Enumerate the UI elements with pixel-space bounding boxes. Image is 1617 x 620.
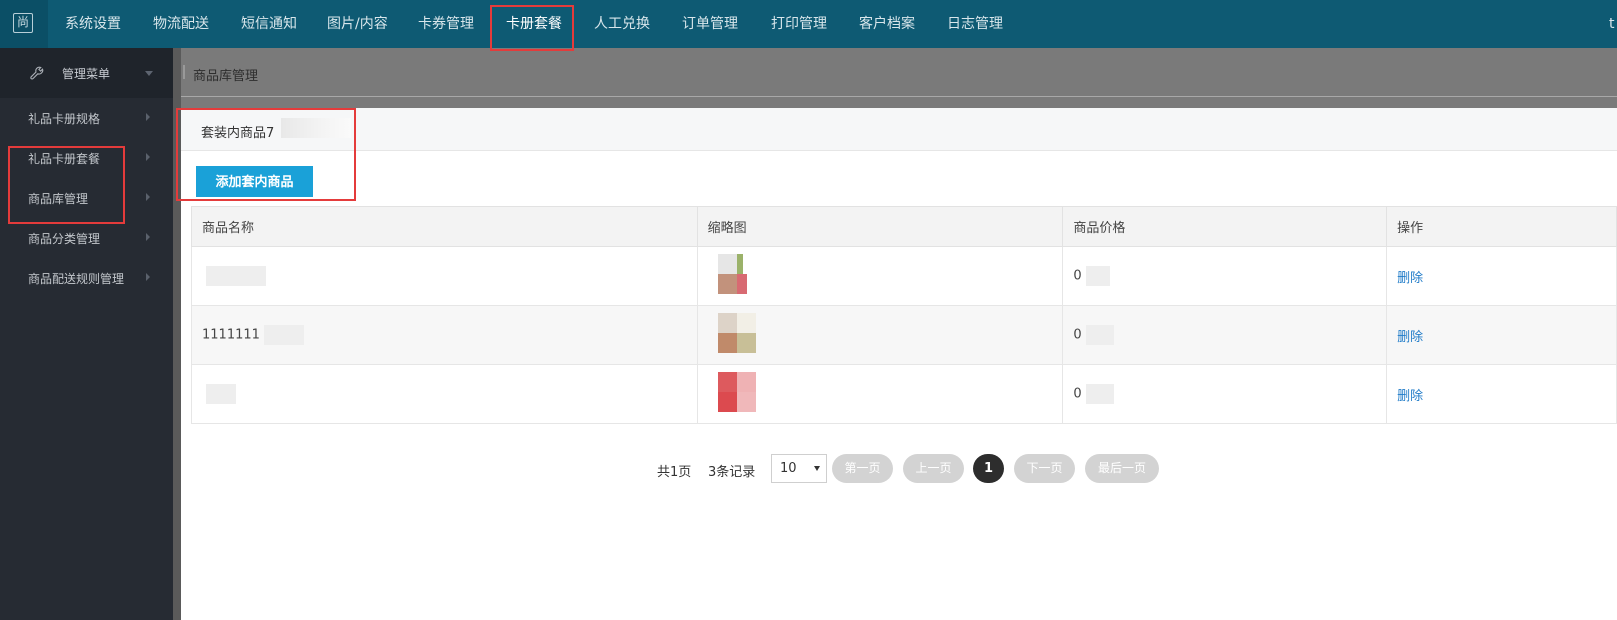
column-header-price[interactable]: 商品价格 xyxy=(1062,206,1388,247)
sidebar-header-label: 管理菜单 xyxy=(62,67,111,81)
sidebar-item-label: 礼品卡册套餐 xyxy=(28,152,101,166)
total-pages: 共1页 xyxy=(657,465,692,480)
chevron-right-icon xyxy=(146,233,150,241)
sidebar-item-gift-card-spec[interactable]: 礼品卡册规格 xyxy=(0,98,173,138)
nav-item-orders[interactable]: 订单管理 xyxy=(666,0,754,48)
nav-item-logistics[interactable]: 物流配送 xyxy=(137,0,225,48)
breadcrumb-area: 商品库管理 xyxy=(181,48,1617,108)
top-nav-bar: 尚 系统设置 物流配送 短信通知 图片/内容 卡券管理 卡册套餐 人工兑换 订单… xyxy=(0,0,1617,48)
dialog-title: 套装内商品7 xyxy=(201,126,275,141)
nav-item-manual-redeem[interactable]: 人工兑换 xyxy=(578,0,666,48)
total-records: 3条记录 xyxy=(708,465,756,480)
actions-cell: 删除 xyxy=(1386,305,1617,365)
next-page-button[interactable]: 下一页 xyxy=(1014,454,1075,483)
nav-item-card-package[interactable]: 卡册套餐 xyxy=(490,0,578,48)
chevron-down-icon xyxy=(145,71,153,76)
chevron-right-icon xyxy=(146,113,150,121)
product-price: 0 xyxy=(1073,327,1082,343)
pagination: 共1页 3条记录 10 第一页 上一页 1 下一页 最后一页 xyxy=(181,454,1617,484)
product-thumbnail[interactable] xyxy=(708,372,756,412)
product-name: 1111111 xyxy=(202,327,260,343)
column-header-actions[interactable]: 操作 xyxy=(1386,206,1617,247)
breadcrumb-marker xyxy=(183,65,185,79)
dropdown-arrow-icon xyxy=(814,466,820,471)
wrench-icon xyxy=(30,66,44,80)
sidebar-item-gift-card-package[interactable]: 礼品卡册套餐 xyxy=(0,138,173,178)
divider xyxy=(181,96,1617,97)
table-row: 0 删除 xyxy=(191,246,1617,306)
sidebar: 管理菜单 礼品卡册规格 礼品卡册套餐 商品库管理 商品分类管理 商品配送规则管理 xyxy=(0,48,173,620)
actions-cell: 删除 xyxy=(1386,246,1617,306)
delete-link[interactable]: 删除 xyxy=(1397,271,1423,286)
nav-item-sms[interactable]: 短信通知 xyxy=(225,0,313,48)
product-thumbnail[interactable] xyxy=(708,254,747,294)
page-size-value: 10 xyxy=(780,461,797,476)
blurred-text xyxy=(263,325,304,345)
actions-cell: 删除 xyxy=(1386,364,1617,424)
blurred-text xyxy=(281,118,351,138)
sidebar-header[interactable]: 管理菜单 xyxy=(0,48,173,98)
nav-item-print[interactable]: 打印管理 xyxy=(755,0,843,48)
blurred-text xyxy=(1085,325,1114,345)
sidebar-item-label: 商品库管理 xyxy=(28,192,89,206)
nav-item-images-content[interactable]: 图片/内容 xyxy=(311,0,404,48)
table-header-row: 商品名称 缩略图 商品价格 操作 xyxy=(191,206,1617,247)
logo[interactable]: 尚 xyxy=(0,0,48,48)
sidebar-divider xyxy=(173,48,181,620)
price-cell: 0 xyxy=(1062,305,1388,365)
product-name-cell xyxy=(191,246,698,306)
main-content: 商品库管理 套装内商品7 添加套内商品 商品名称 缩略图 商品价格 操作 0 删… xyxy=(181,48,1617,620)
nav-item-customers[interactable]: 客户档案 xyxy=(843,0,931,48)
chevron-right-icon xyxy=(146,273,150,281)
delete-link[interactable]: 删除 xyxy=(1397,389,1423,404)
current-page-button[interactable]: 1 xyxy=(973,454,1004,483)
sidebar-item-label: 商品配送规则管理 xyxy=(28,272,125,286)
blurred-text xyxy=(1085,266,1110,286)
blurred-text xyxy=(206,384,236,404)
dialog-header: 套装内商品7 xyxy=(181,108,1617,151)
add-package-item-button[interactable]: 添加套内商品 xyxy=(196,166,313,197)
product-name-cell xyxy=(191,364,698,424)
price-cell: 0 xyxy=(1062,364,1388,424)
blurred-text xyxy=(1085,384,1114,404)
sidebar-item-product-category[interactable]: 商品分类管理 xyxy=(0,218,173,258)
sidebar-item-delivery-rules[interactable]: 商品配送规则管理 xyxy=(0,258,173,298)
product-price: 0 xyxy=(1073,268,1082,284)
sidebar-item-label: 礼品卡册规格 xyxy=(28,112,101,126)
column-header-thumbnail[interactable]: 缩略图 xyxy=(696,206,1064,247)
product-thumbnail[interactable] xyxy=(708,313,756,353)
nav-item-system-settings[interactable]: 系统设置 xyxy=(49,0,137,48)
price-cell: 0 xyxy=(1062,246,1388,306)
package-items-table: 商品名称 缩略图 商品价格 操作 0 删除 1111111 0 删除 0 删除 xyxy=(191,206,1617,424)
thumbnail-cell xyxy=(696,305,1064,365)
logo-icon: 尚 xyxy=(13,13,33,33)
breadcrumb[interactable]: 商品库管理 xyxy=(193,65,258,84)
table-row: 0 删除 xyxy=(191,364,1617,424)
last-page-button[interactable]: 最后一页 xyxy=(1085,454,1159,483)
product-name-cell: 1111111 xyxy=(191,305,698,365)
sidebar-item-label: 商品分类管理 xyxy=(28,232,101,246)
blurred-text xyxy=(206,266,266,286)
nav-item-logs[interactable]: 日志管理 xyxy=(931,0,1019,48)
sidebar-item-product-library[interactable]: 商品库管理 xyxy=(0,178,173,218)
page-size-select[interactable]: 10 xyxy=(771,454,827,483)
nav-overflow-text[interactable]: t xyxy=(1609,0,1617,48)
prev-page-button[interactable]: 上一页 xyxy=(903,454,964,483)
column-header-name[interactable]: 商品名称 xyxy=(191,206,698,247)
table-row: 1111111 0 删除 xyxy=(191,305,1617,365)
product-price: 0 xyxy=(1073,386,1082,402)
first-page-button[interactable]: 第一页 xyxy=(832,454,893,483)
chevron-right-icon xyxy=(146,193,150,201)
delete-link[interactable]: 删除 xyxy=(1397,330,1423,345)
chevron-right-icon xyxy=(146,153,150,161)
nav-item-coupons[interactable]: 卡券管理 xyxy=(402,0,490,48)
thumbnail-cell xyxy=(696,364,1064,424)
thumbnail-cell xyxy=(696,246,1064,306)
